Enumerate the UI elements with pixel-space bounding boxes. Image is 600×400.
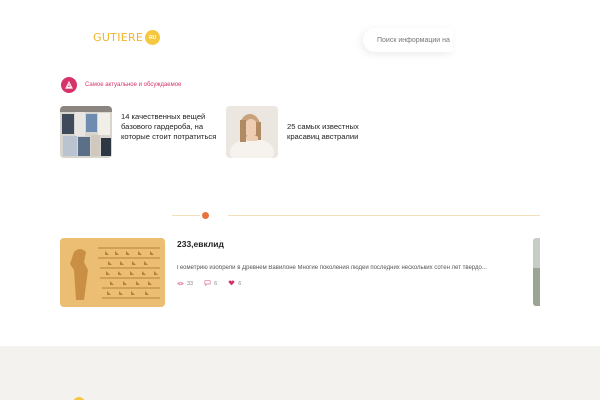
article-title[interactable]: 233,евклид <box>177 239 224 249</box>
next-article-photo[interactable] <box>533 238 540 306</box>
divider-dot <box>202 212 209 219</box>
divider-line <box>172 215 200 216</box>
eye-icon <box>177 281 184 288</box>
woman-portrait-photo[interactable] <box>226 106 278 158</box>
views-stat: 33 <box>177 281 193 288</box>
comments-count: 6 <box>214 281 218 287</box>
search-input[interactable] <box>377 36 453 44</box>
site-header: GUTIERE RU <box>0 0 600 70</box>
trending-header: Самое актуальное и обсуждаемое <box>61 77 181 93</box>
divider-line <box>228 215 540 216</box>
card-title[interactable]: 14 качественных вещей базового гардероба… <box>121 106 225 158</box>
comments-stat: 6 <box>204 280 217 288</box>
logo-text: GUTIERE <box>93 31 144 44</box>
site-footer <box>0 346 600 400</box>
trending-card[interactable]: 25 самых известных красавиц австралии <box>226 106 365 158</box>
clothes-rack-photo[interactable] <box>60 106 112 158</box>
likes-stat: 6 <box>228 280 241 288</box>
site-logo[interactable]: GUTIERE RU <box>93 30 161 45</box>
article-card[interactable]: 233,евклид Геометрию изобрели в Древнем … <box>60 238 540 308</box>
views-count: 33 <box>187 281 194 287</box>
trending-card[interactable]: 14 качественных вещей базового гардероба… <box>60 106 225 158</box>
article-excerpt: Геометрию изобрели в Древнем Вавилоне Мн… <box>177 265 487 271</box>
card-title[interactable]: 25 самых известных красавиц австралии <box>287 106 365 158</box>
cuneiform-tablet-photo[interactable] <box>60 238 165 307</box>
likes-count: 6 <box>238 281 242 287</box>
flame-icon <box>61 77 77 93</box>
article-stats: 33 6 6 <box>177 280 252 288</box>
comment-icon <box>204 280 211 288</box>
logo-badge: RU <box>145 30 161 45</box>
search-box[interactable] <box>363 28 453 52</box>
heart-icon <box>228 280 235 288</box>
trending-title: Самое актуальное и обсуждаемое <box>85 82 182 88</box>
